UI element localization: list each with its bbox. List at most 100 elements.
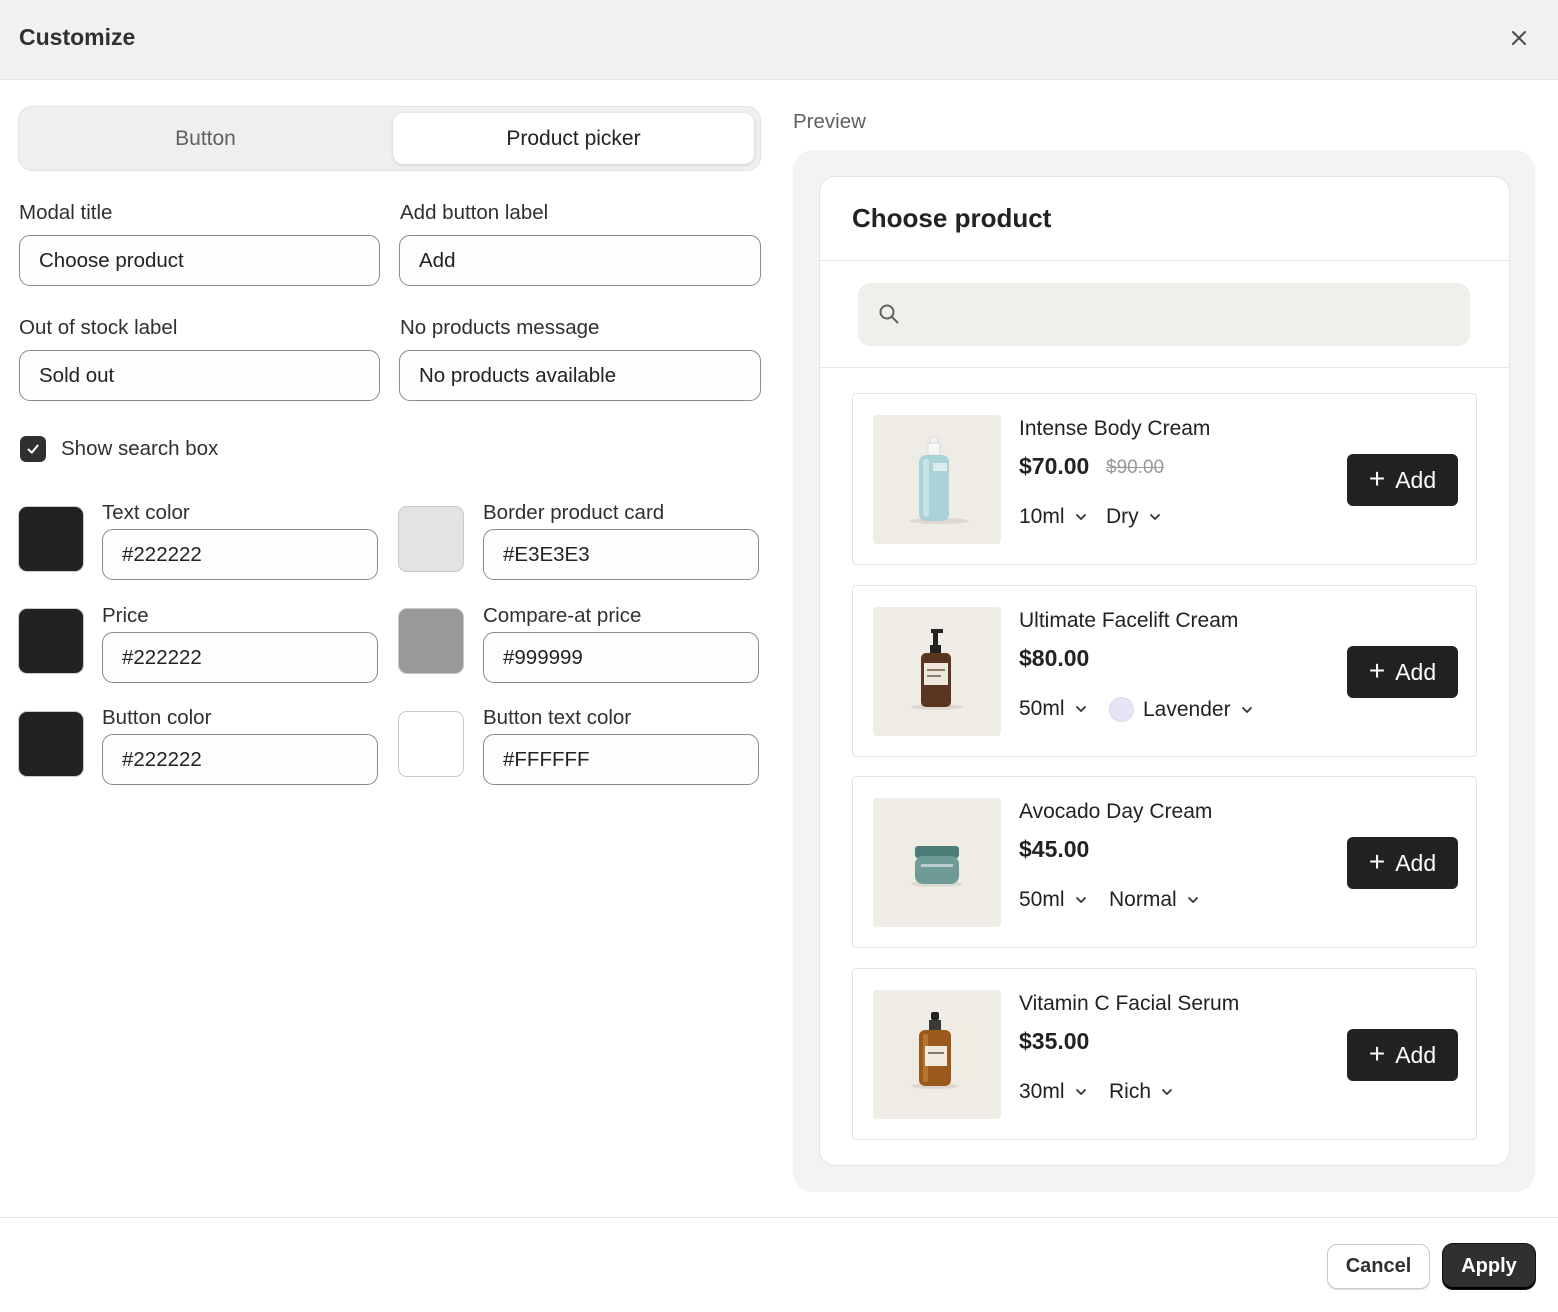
preview-label: Preview xyxy=(793,110,866,133)
product-image xyxy=(873,990,1001,1119)
product-card: Avocado Day Cream $45.00 50ml Normal + A… xyxy=(852,776,1477,948)
button-text-color-input[interactable]: #FFFFFF xyxy=(483,734,759,785)
close-icon xyxy=(1512,31,1526,45)
product-price: $70.00 xyxy=(1019,453,1090,479)
button-color-swatch[interactable] xyxy=(18,711,84,777)
dropper-bottle-icon xyxy=(911,1012,959,1089)
product-name: Avocado Day Cream xyxy=(1019,800,1213,823)
footer-divider xyxy=(0,1217,1558,1218)
variant-select-size[interactable]: 50ml xyxy=(1019,697,1088,721)
product-price: $45.00 xyxy=(1019,836,1090,862)
chevron-down-icon xyxy=(1241,706,1252,713)
text-color-swatch[interactable] xyxy=(18,506,84,572)
out-of-stock-label-input[interactable]: Sold out xyxy=(19,350,380,401)
add-button[interactable]: + Add xyxy=(1347,1029,1458,1081)
price-color-label: Price xyxy=(102,604,149,627)
variant-value: Dry xyxy=(1106,505,1139,528)
product-price: $35.00 xyxy=(1019,1028,1090,1054)
add-button-label: Add xyxy=(1395,466,1437,493)
plus-icon: + xyxy=(1368,846,1386,877)
border-product-card-label: Border product card xyxy=(483,501,665,524)
chevron-down-icon xyxy=(1075,706,1086,712)
out-of-stock-label-label: Out of stock label xyxy=(19,316,178,339)
modal-title: Customize xyxy=(19,24,136,50)
add-button[interactable]: + Add xyxy=(1347,454,1458,506)
preview-modal-title: Choose product xyxy=(852,203,1052,233)
plus-icon: + xyxy=(1368,463,1386,494)
button-color-label: Button color xyxy=(102,706,212,729)
add-button[interactable]: + Add xyxy=(1347,837,1458,889)
button-text-color-label: Button text color xyxy=(483,706,632,729)
variant-value: Lavender xyxy=(1143,697,1231,721)
plus-icon: + xyxy=(1368,655,1386,686)
color-swatch-dot xyxy=(1109,697,1134,722)
add-button-label: Add xyxy=(1395,658,1437,685)
modal-title-input[interactable]: Choose product xyxy=(19,235,380,286)
pump-bottle-icon xyxy=(911,629,963,710)
add-button-label: Add xyxy=(1395,849,1437,876)
product-image xyxy=(873,798,1001,927)
plus-icon: + xyxy=(1368,1038,1386,1069)
price-color-swatch[interactable] xyxy=(18,608,84,674)
add-button-label-input[interactable]: Add xyxy=(399,235,761,286)
product-image xyxy=(873,415,1001,544)
cancel-button[interactable]: Cancel xyxy=(1327,1244,1430,1289)
compare-at-price-input[interactable]: #999999 xyxy=(483,632,759,683)
segmented-tabs: Button Product picker xyxy=(18,106,761,171)
chevron-down-icon xyxy=(1162,1089,1172,1095)
show-search-checkbox[interactable] xyxy=(20,436,46,462)
add-button-label: Add xyxy=(1395,1041,1437,1068)
modal-title-label: Modal title xyxy=(19,201,113,224)
tab-product-picker[interactable]: Product picker xyxy=(393,113,754,164)
product-name: Intense Body Cream xyxy=(1019,417,1211,440)
variant-value: Normal xyxy=(1109,888,1177,911)
variant-select-size[interactable]: 10ml xyxy=(1019,505,1088,529)
product-price: $80.00 xyxy=(1019,645,1090,671)
modal-header: Customize xyxy=(0,0,1558,80)
chevron-down-icon xyxy=(1187,897,1198,903)
show-search-label: Show search box xyxy=(61,437,219,460)
price-color-input[interactable]: #222222 xyxy=(102,632,378,683)
chevron-down-icon xyxy=(1075,514,1086,520)
border-product-card-swatch[interactable] xyxy=(398,506,464,572)
compare-at-price-swatch[interactable] xyxy=(398,608,464,674)
variant-select-type[interactable]: Rich xyxy=(1109,1080,1174,1104)
tab-button[interactable]: Button xyxy=(25,113,386,164)
variant-select-color[interactable]: Lavender xyxy=(1109,697,1254,722)
text-color-label: Text color xyxy=(102,501,190,524)
compare-at-price: $90.00 xyxy=(1106,457,1165,478)
preview-search-input[interactable] xyxy=(858,283,1470,346)
modal-divider xyxy=(820,260,1509,261)
compare-at-price-label: Compare-at price xyxy=(483,604,642,627)
variant-value: 50ml xyxy=(1019,888,1065,911)
chevron-down-icon xyxy=(1075,897,1086,903)
variant-value: 10ml xyxy=(1019,505,1065,528)
pump-bottle-icon xyxy=(909,436,969,524)
chevron-down-icon xyxy=(1075,1089,1086,1095)
border-product-card-input[interactable]: #E3E3E3 xyxy=(483,529,759,580)
product-name: Vitamin C Facial Serum xyxy=(1019,992,1240,1015)
variant-select-size[interactable]: 30ml xyxy=(1019,1080,1088,1104)
product-name: Ultimate Facelift Cream xyxy=(1019,609,1239,632)
jar-icon xyxy=(911,846,963,887)
modal-divider xyxy=(820,367,1509,368)
chevron-down-icon xyxy=(1149,514,1160,520)
variant-value: 50ml xyxy=(1019,697,1065,720)
no-products-message-input[interactable]: No products available xyxy=(399,350,761,401)
variant-select-type[interactable]: Dry xyxy=(1106,505,1162,529)
no-products-message-label: No products message xyxy=(400,316,600,339)
button-text-color-swatch[interactable] xyxy=(398,711,464,777)
product-card: Intense Body Cream $70.00 $90.00 10ml Dr… xyxy=(852,393,1477,565)
product-card: Vitamin C Facial Serum $35.00 30ml Rich … xyxy=(852,968,1477,1140)
variant-value: Rich xyxy=(1109,1080,1152,1103)
variant-select-size[interactable]: 50ml xyxy=(1019,888,1088,912)
add-button[interactable]: + Add xyxy=(1347,646,1458,698)
text-color-input[interactable]: #222222 xyxy=(102,529,378,580)
product-card: Ultimate Facelift Cream $80.00 50ml Lave… xyxy=(852,585,1477,757)
button-color-input[interactable]: #222222 xyxy=(102,734,378,785)
checkmark-icon xyxy=(27,444,39,454)
variant-select-type[interactable]: Normal xyxy=(1109,888,1200,912)
apply-button[interactable]: Apply xyxy=(1443,1244,1535,1289)
close-button[interactable] xyxy=(1502,21,1536,55)
product-image xyxy=(873,607,1001,736)
